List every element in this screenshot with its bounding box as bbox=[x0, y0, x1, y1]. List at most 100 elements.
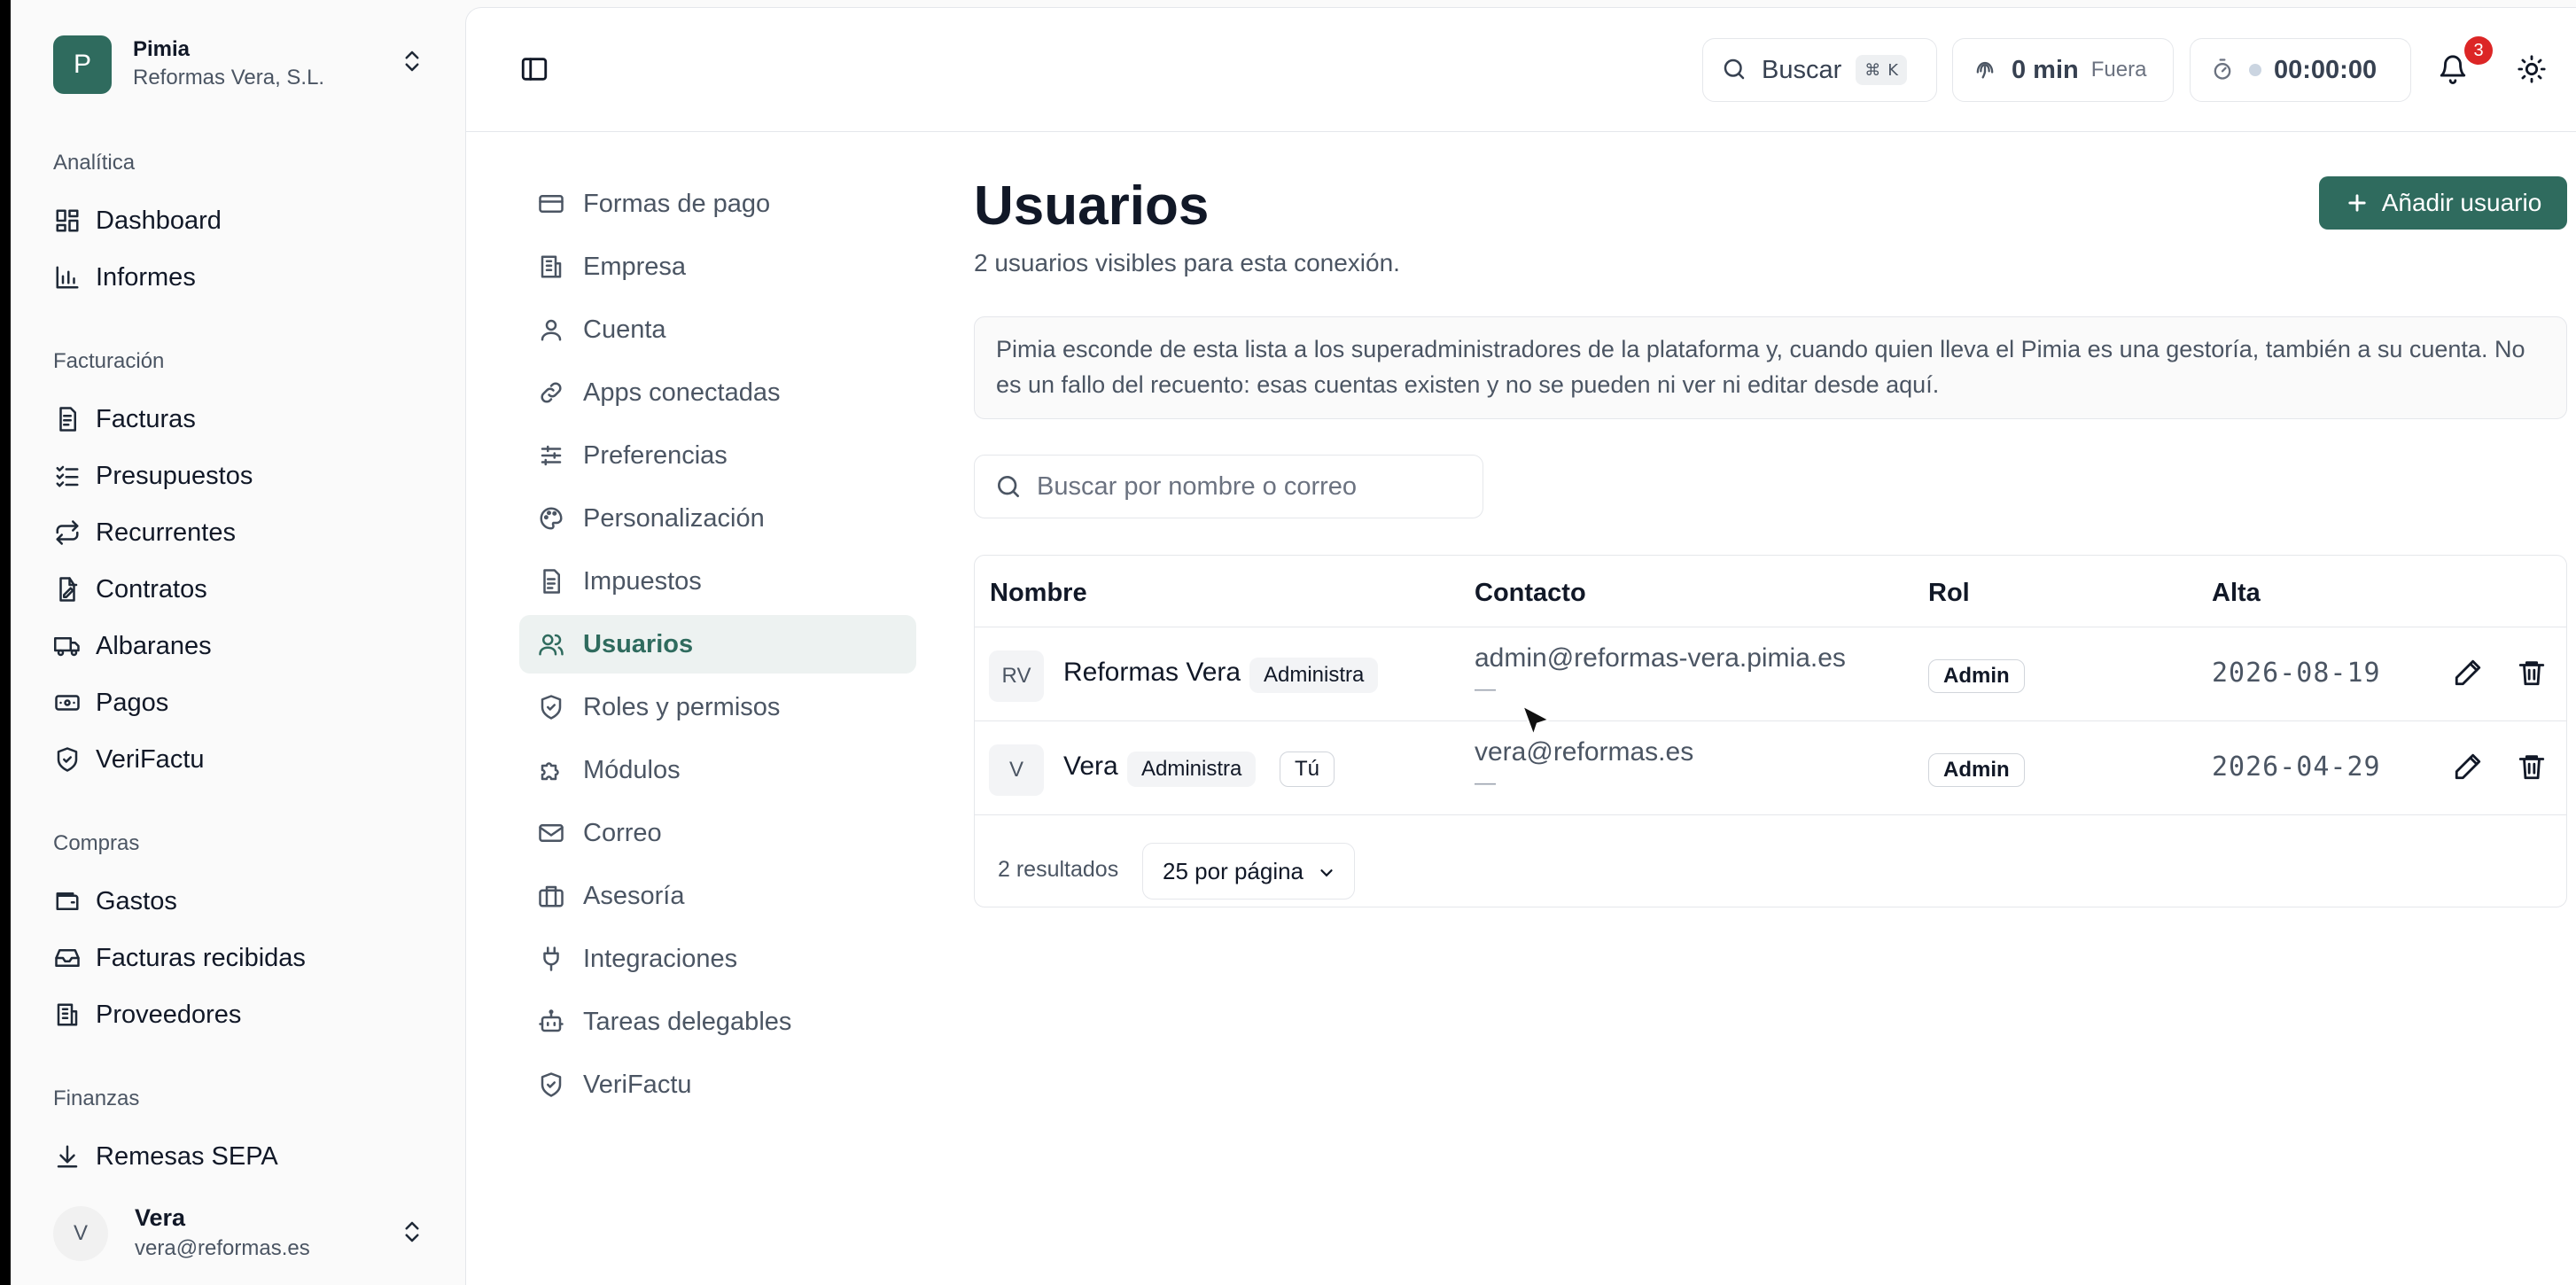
org-company: Reformas Vera, S.L. bbox=[133, 66, 325, 90]
settings-item-preferencias[interactable]: Preferencias bbox=[519, 426, 916, 485]
bot-icon bbox=[537, 1008, 565, 1036]
settings-item-label: Empresa bbox=[583, 252, 687, 281]
notification-badge: 3 bbox=[2464, 36, 2493, 65]
sidebar-item-dashboard[interactable]: Dashboard bbox=[53, 196, 443, 245]
settings-item-roles-y-permisos[interactable]: Roles y permisos bbox=[519, 678, 916, 736]
trash-icon[interactable] bbox=[2517, 658, 2552, 693]
timer-button[interactable]: 00:00:00 bbox=[2190, 38, 2411, 102]
add-user-button[interactable]: Añadir usuario bbox=[2319, 176, 2567, 230]
column-header-role[interactable]: Rol bbox=[1928, 579, 1970, 608]
sidebar-item-verifactu[interactable]: VeriFactu bbox=[53, 735, 443, 784]
settings-item-label: Integraciones bbox=[583, 944, 738, 973]
user-phone: — bbox=[1475, 771, 1496, 795]
puzzle-icon bbox=[537, 756, 565, 784]
sidebar-item-gastos[interactable]: Gastos bbox=[53, 876, 443, 926]
settings-item-apps-conectadas[interactable]: Apps conectadas bbox=[519, 363, 916, 422]
settings-item-empresa[interactable]: Empresa bbox=[519, 238, 916, 296]
column-header-created[interactable]: Alta bbox=[2212, 579, 2261, 608]
settings-item-correo[interactable]: Correo bbox=[519, 804, 916, 862]
checklist-icon bbox=[53, 462, 82, 490]
table-row[interactable]: V Vera Administra Tú vera@reformas.es — … bbox=[975, 721, 2566, 814]
sidebar-item-presupuestos[interactable]: Presupuestos bbox=[53, 451, 443, 501]
settings-item-label: Módulos bbox=[583, 755, 681, 784]
user-name: Vera bbox=[135, 1204, 186, 1231]
document-icon bbox=[537, 567, 565, 596]
wallet-icon bbox=[53, 887, 82, 915]
created-date: 2026-04-29 bbox=[2212, 752, 2381, 783]
shortcut-hint: ⌘ K bbox=[1856, 55, 1908, 85]
sidebar-item-facturas[interactable]: Facturas bbox=[53, 394, 443, 444]
sidebar-item-recurrentes[interactable]: Recurrentes bbox=[53, 508, 443, 557]
sidebar-item-label: Recurrentes bbox=[96, 518, 236, 547]
sidebar-item-informes[interactable]: Informes bbox=[53, 253, 443, 302]
settings-item-asesoria[interactable]: Asesoría bbox=[519, 867, 916, 925]
sidebar-item-label: Facturas recibidas bbox=[96, 943, 306, 972]
main-panel: Buscar ⌘ K 0 min Fuera 00:00:00 3 Formas… bbox=[465, 7, 2576, 1285]
palette-icon bbox=[537, 504, 565, 533]
sidebar-item-albaranes[interactable]: Albaranes bbox=[53, 621, 443, 671]
settings-item-integraciones[interactable]: Integraciones bbox=[519, 930, 916, 988]
add-user-label: Añadir usuario bbox=[2381, 189, 2542, 216]
global-search-button[interactable]: Buscar ⌘ K bbox=[1702, 38, 1937, 102]
fichaje-value: 0 min bbox=[2012, 55, 2079, 84]
chevrons-up-down-icon bbox=[399, 1219, 434, 1254]
user-search-input[interactable] bbox=[1035, 471, 1460, 502]
sidebar-item-label: VeriFactu bbox=[96, 744, 205, 774]
sidebar-item-proveedores[interactable]: Proveedores bbox=[53, 990, 443, 1040]
sidebar-item-contratos[interactable]: Contratos bbox=[53, 565, 443, 614]
fichaje-status-button[interactable]: 0 min Fuera bbox=[1952, 38, 2174, 102]
settings-item-personalizacion[interactable]: Personalización bbox=[519, 489, 916, 548]
column-header-name[interactable]: Nombre bbox=[990, 579, 1087, 608]
settings-item-label: Roles y permisos bbox=[583, 692, 781, 721]
section-label-analitica: Analítica bbox=[53, 151, 136, 175]
settings-item-label: Usuarios bbox=[583, 629, 694, 658]
settings-item-label: Tareas delegables bbox=[583, 1007, 792, 1036]
timer-status-dot bbox=[2249, 64, 2261, 76]
users-icon bbox=[537, 630, 565, 658]
org-switcher[interactable]: P Pimia Reformas Vera, S.L. bbox=[53, 35, 434, 96]
settings-item-verifactu[interactable]: VeriFactu bbox=[519, 1055, 916, 1114]
settings-item-modulos[interactable]: Módulos bbox=[519, 741, 916, 799]
shield-check-icon bbox=[537, 1071, 565, 1099]
avatar: RV bbox=[989, 650, 1044, 702]
settings-item-tareas-delegables[interactable]: Tareas delegables bbox=[519, 993, 916, 1051]
status-badge: Administra bbox=[1249, 658, 1379, 693]
settings-item-impuestos[interactable]: Impuestos bbox=[519, 552, 916, 611]
role-badge: Admin bbox=[1928, 659, 2025, 693]
sidebar-item-label: Remesas SEPA bbox=[96, 1141, 278, 1171]
table-row[interactable]: RV Reformas Vera Administra admin@reform… bbox=[975, 627, 2566, 720]
user-name: Vera bbox=[1063, 752, 1118, 781]
pencil-icon[interactable] bbox=[2453, 752, 2488, 787]
pencil-icon[interactable] bbox=[2453, 658, 2488, 693]
theme-toggle-sun-icon[interactable] bbox=[2517, 54, 2552, 90]
search-icon bbox=[998, 476, 1019, 497]
fichaje-status: Fuera bbox=[2090, 58, 2147, 82]
mail-icon bbox=[537, 819, 565, 847]
avatar: V bbox=[989, 744, 1044, 796]
sidebar-item-label: Informes bbox=[96, 262, 196, 292]
user-email: vera@reformas.es bbox=[135, 1236, 310, 1260]
inbox-icon bbox=[53, 944, 82, 972]
section-label-facturacion: Facturación bbox=[53, 349, 165, 373]
sidebar-item-remesas-sepa[interactable]: Remesas SEPA bbox=[53, 1132, 443, 1181]
sidebar: P Pimia Reformas Vera, S.L. Analítica Da… bbox=[11, 0, 463, 1285]
per-page-value: 25 por página bbox=[1163, 857, 1304, 884]
shortcut-key: K bbox=[1887, 60, 1899, 80]
sidebar-item-pagos[interactable]: Pagos bbox=[53, 678, 443, 728]
search-label: Buscar bbox=[1762, 55, 1842, 84]
sidebar-toggle-icon[interactable] bbox=[519, 54, 551, 86]
settings-item-formas-de-pago[interactable]: Formas de pago bbox=[519, 175, 916, 233]
settings-item-cuenta[interactable]: Cuenta bbox=[519, 300, 916, 359]
user-menu[interactable]: V Vera vera@reformas.es bbox=[53, 1201, 434, 1272]
column-header-contact[interactable]: Contacto bbox=[1475, 579, 1586, 608]
user-search-field[interactable] bbox=[974, 455, 1483, 518]
created-date: 2026-08-19 bbox=[2212, 658, 2381, 689]
sidebar-item-facturas-recibidas[interactable]: Facturas recibidas bbox=[53, 933, 443, 983]
settings-item-usuarios[interactable]: Usuarios bbox=[519, 615, 916, 674]
per-page-select[interactable]: 25 por página bbox=[1142, 843, 1355, 900]
results-count: 2 resultados bbox=[998, 857, 1119, 882]
settings-item-label: Apps conectadas bbox=[583, 378, 781, 407]
trash-icon[interactable] bbox=[2517, 752, 2552, 787]
settings-item-label: Cuenta bbox=[583, 315, 666, 344]
user-phone: — bbox=[1475, 677, 1496, 701]
